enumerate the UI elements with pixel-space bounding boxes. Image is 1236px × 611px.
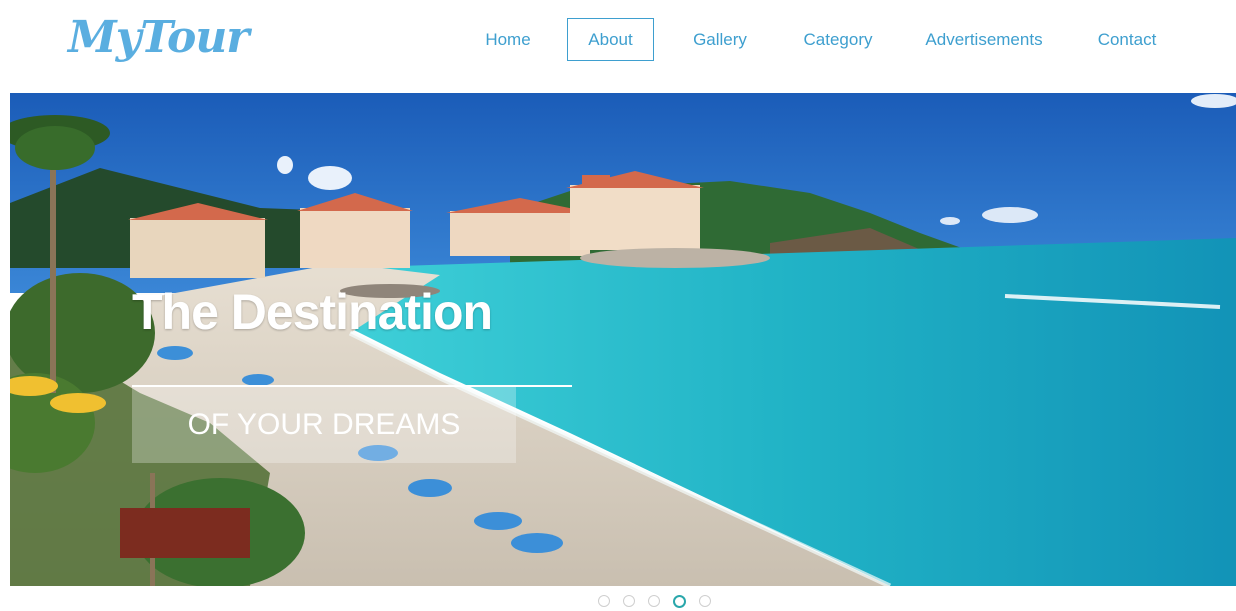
slider-dot-3[interactable]	[648, 595, 660, 607]
slider-dot-5[interactable]	[699, 595, 711, 607]
slider-dot-4[interactable]	[673, 595, 686, 608]
nav-gallery[interactable]: Gallery	[680, 18, 760, 61]
nav-about[interactable]: About	[567, 18, 654, 61]
hero-subtitle-box: OF YOUR DREAMS	[132, 387, 516, 463]
nav-advertisements[interactable]: Advertisements	[917, 18, 1051, 61]
slider-dot-2[interactable]	[623, 595, 635, 607]
nav-contact[interactable]: Contact	[1085, 18, 1169, 61]
hero-subtitle: OF YOUR DREAMS	[187, 408, 461, 441]
nav-home[interactable]: Home	[470, 18, 546, 61]
nav-category[interactable]: Category	[792, 18, 884, 61]
hero-title: The Destination	[132, 284, 493, 340]
main-nav: Home About Gallery Category Advertisemen…	[0, 18, 1236, 61]
hero-slider: The Destination OF YOUR DREAMS	[10, 93, 1236, 586]
slider-dot-1[interactable]	[598, 595, 610, 607]
